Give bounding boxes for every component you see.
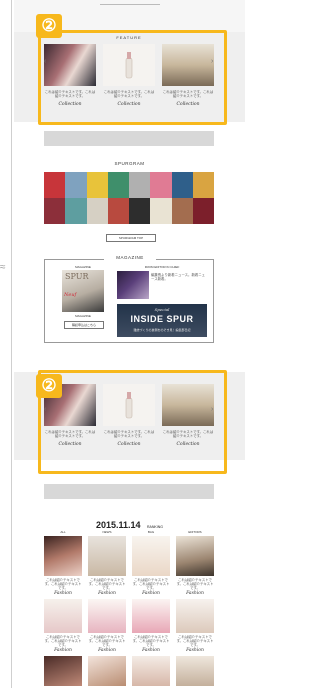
rank-link[interactable]: Fashion xyxy=(88,591,126,596)
spurgram-tile[interactable] xyxy=(171,198,193,224)
ranking-columns: ALL これは紹介テキストです。これは紹介テキストです。 Fashion これは… xyxy=(44,530,214,686)
magazine-cover-image[interactable]: SPUR Neuf xyxy=(62,270,104,312)
ranking-column-all: ALL これは紹介テキストです。これは紹介テキストです。 Fashion これは… xyxy=(44,530,82,686)
ranking-date: 2015.11.14 xyxy=(96,520,141,530)
ranking-column-news: NEWS これは紹介テキストです。これは紹介テキストです。 Fashion これ… xyxy=(88,530,126,686)
rank-image[interactable] xyxy=(132,599,170,633)
highlight-box-1 xyxy=(38,30,227,125)
spurgram-tile[interactable] xyxy=(192,198,214,224)
page-frame-line xyxy=(11,0,12,688)
rank-text: これは紹介テキストです。これは紹介テキストです。 xyxy=(132,635,170,647)
wavy-connector-mark: ≈ xyxy=(0,262,6,273)
inside-title: INSIDE SPUR xyxy=(130,314,194,324)
cover-script: Neuf xyxy=(64,292,77,298)
magazine-left-caption: MAGAZINE xyxy=(75,314,91,318)
spurgram-tile[interactable] xyxy=(65,172,87,198)
top-divider xyxy=(100,4,160,5)
column-header: EDITORS xyxy=(188,530,202,534)
spurgram-tile[interactable] xyxy=(107,172,129,198)
spurgram-tile[interactable] xyxy=(192,172,214,198)
rank-link[interactable]: Fashion xyxy=(132,648,170,653)
ad-placeholder-2 xyxy=(44,484,214,499)
ranking-column-editors: EDITORS これは紹介テキストです。これは紹介テキストです。 Fashion… xyxy=(176,530,214,686)
rank-image[interactable] xyxy=(132,656,170,686)
spurgram-tile[interactable] xyxy=(86,172,108,198)
column-header: ALL xyxy=(60,530,66,534)
spurgram-tile[interactable] xyxy=(171,172,193,198)
editor-text: 編集長より新着ニュース。新着ニュース新着。 xyxy=(151,273,206,281)
ranking-label: RANKING xyxy=(147,525,163,529)
rank-image[interactable] xyxy=(44,599,82,633)
rank-link[interactable]: Fashion xyxy=(132,591,170,596)
spurgram-tile[interactable] xyxy=(65,198,87,224)
rank-image[interactable] xyxy=(176,599,214,633)
inside-spur-banner[interactable]: Special INSIDE SPUR 雑誌づくりの裏側をのぞき見！編集部日記 xyxy=(117,304,207,337)
rank-link[interactable]: Fashion xyxy=(88,648,126,653)
column-header: BAG xyxy=(147,530,155,534)
rank-text: これは紹介テキストです。これは紹介テキストです。 xyxy=(88,578,126,590)
magazine-right-head: FROM EDITOR IN CHIEF xyxy=(144,265,180,269)
ranking-column-bag: BAG これは紹介テキストです。これは紹介テキストです。 Fashion これは… xyxy=(132,530,170,686)
spurgram-grid xyxy=(44,172,214,224)
rank-image[interactable] xyxy=(176,656,214,686)
rank-text: これは紹介テキストです。これは紹介テキストです。 xyxy=(88,635,126,647)
rank-image[interactable] xyxy=(88,656,126,686)
inside-caption: 雑誌づくりの裏側をのぞき見！編集部日記 xyxy=(133,328,191,332)
spurgram-tile[interactable] xyxy=(150,172,172,198)
rank-image[interactable] xyxy=(132,536,170,576)
rank-image[interactable] xyxy=(176,536,214,576)
spurgram-tile[interactable] xyxy=(107,198,129,224)
rank-link[interactable]: Fashion xyxy=(176,648,214,653)
editor-image[interactable] xyxy=(117,271,149,299)
column-header: NEWS xyxy=(102,530,112,534)
rank-link[interactable]: Fashion xyxy=(176,591,214,596)
rank-link[interactable]: Fashion xyxy=(44,591,82,596)
rank-image[interactable] xyxy=(44,536,82,576)
ad-placeholder-1 xyxy=(44,131,214,146)
magazine-subscribe-button[interactable]: 購読申込はこちら xyxy=(64,321,104,329)
rank-image[interactable] xyxy=(88,599,126,633)
spurgram-tile[interactable] xyxy=(150,198,172,224)
spurgram-tile[interactable] xyxy=(86,198,108,224)
rank-image[interactable] xyxy=(88,536,126,576)
cover-title: SPUR xyxy=(65,272,89,281)
spurgram-tile[interactable] xyxy=(129,172,151,198)
spurgram-tile[interactable] xyxy=(129,198,151,224)
spurgram-top-button[interactable]: SPURGRAM TOP xyxy=(106,234,156,242)
callout-badge-1: ② xyxy=(36,14,62,38)
rank-text: これは紹介テキストです。これは紹介テキストです。 xyxy=(132,578,170,590)
rank-link[interactable]: Fashion xyxy=(44,648,82,653)
rank-text: これは紹介テキストです。これは紹介テキストです。 xyxy=(176,578,214,590)
spurgram-tile[interactable] xyxy=(44,172,66,198)
callout-badge-2: ② xyxy=(36,374,62,398)
magazine-left-head: MAGAZINE xyxy=(75,265,91,269)
spurgram-tile[interactable] xyxy=(44,198,66,224)
rank-text: これは紹介テキストです。これは紹介テキストです。 xyxy=(176,635,214,647)
magazine-title: MAGAZINE xyxy=(104,255,156,260)
rank-text: これは紹介テキストです。これは紹介テキストです。 xyxy=(44,635,82,647)
inside-small: Special xyxy=(154,307,170,312)
rank-image[interactable] xyxy=(44,656,82,686)
highlight-box-2 xyxy=(38,370,227,474)
rank-text: これは紹介テキストです。これは紹介テキストです。 xyxy=(44,578,82,590)
spurgram-title: SPURGRAM xyxy=(114,161,145,166)
